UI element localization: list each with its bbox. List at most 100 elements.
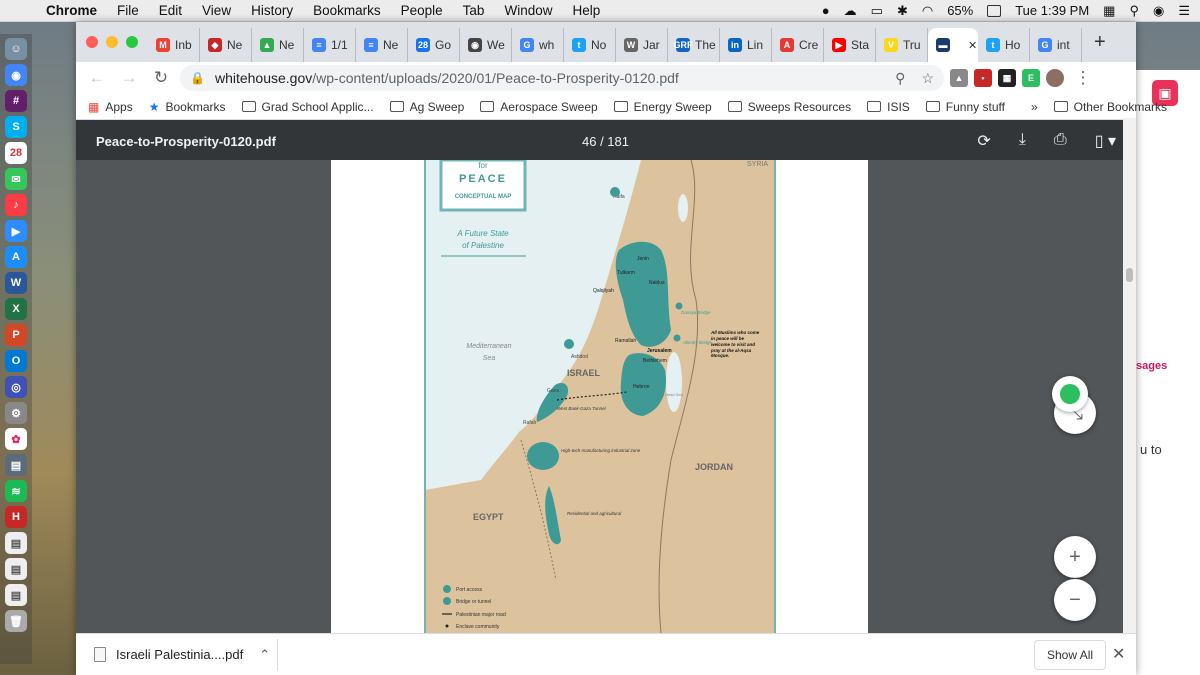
cloud-upload-icon[interactable]: ☁	[844, 3, 857, 19]
messages-link[interactable]: sages	[1136, 360, 1167, 372]
tab[interactable]: ≡ 1/1	[304, 28, 356, 62]
battery-percent[interactable]: 65%	[947, 3, 973, 18]
evernote-extension-icon[interactable]: E	[1022, 69, 1040, 87]
music-icon[interactable]: ♪	[5, 194, 27, 216]
zoom-window-icon[interactable]	[126, 36, 138, 48]
trash-icon[interactable]: 🗑	[5, 610, 27, 632]
new-tab-button[interactable]: +	[1082, 31, 1116, 62]
tab[interactable]: ≡ Ne	[356, 28, 408, 62]
menu-history[interactable]: History	[241, 3, 303, 18]
scrollbar-thumb[interactable]	[1126, 268, 1133, 282]
bookmark-folder-aerospace-sweep[interactable]: Aerospace Sweep	[480, 100, 598, 114]
creative-cloud-icon[interactable]: ●	[822, 3, 830, 18]
tab[interactable]: M Inb	[148, 28, 200, 62]
bookmark-dropdown-icon[interactable]: ▯ ▾	[1095, 131, 1116, 151]
chrome-menu-icon[interactable]: ⋮	[1070, 68, 1096, 88]
tab[interactable]: t Ho	[978, 28, 1030, 62]
bluetooth-icon[interactable]: ✱	[897, 3, 908, 19]
menu-window[interactable]: Window	[494, 3, 562, 18]
tab[interactable]: ▲ Ne	[252, 28, 304, 62]
excel-icon[interactable]: X	[5, 298, 27, 320]
bookmark-folder-energy-sweep[interactable]: Energy Sweep	[613, 100, 712, 114]
bookmark-folder-other[interactable]: Other Bookmarks	[1053, 100, 1167, 114]
extension-icon-3[interactable]: ▦	[998, 69, 1016, 87]
document-icon-3[interactable]: ▤	[5, 584, 27, 606]
app-store-icon[interactable]: A	[5, 246, 27, 268]
tab[interactable]: t No	[564, 28, 616, 62]
zoom-icon[interactable]: ▶	[5, 220, 27, 242]
tab[interactable]: 28 Go	[408, 28, 460, 62]
airplay-icon[interactable]: ▭	[871, 3, 883, 19]
calendar-icon[interactable]: 28	[5, 142, 27, 164]
reload-button[interactable]: ↻	[148, 68, 174, 88]
tab[interactable]: ▶ Sta	[824, 28, 876, 62]
spotlight-search-icon[interactable]: ⚲	[1129, 3, 1139, 19]
zoom-icon[interactable]: ⚲	[895, 70, 905, 87]
menu-view[interactable]: View	[192, 3, 241, 18]
tab[interactable]: ◉ We	[460, 28, 512, 62]
pdf-viewer[interactable]: for PEACE CONCEPTUAL MAP A Future State …	[76, 160, 1123, 633]
minimize-window-icon[interactable]	[106, 36, 118, 48]
bookmark-folder-isis[interactable]: ISIS	[867, 100, 910, 114]
clock[interactable]: Tue 1:39 PM	[1015, 3, 1089, 18]
chrome-icon[interactable]: ◉	[5, 64, 27, 86]
tab-active[interactable]: ▬ ✕	[928, 28, 978, 62]
preview-icon[interactable]: ▤	[5, 454, 27, 476]
show-all-button[interactable]: Show All	[1034, 640, 1107, 670]
tab[interactable]: ◆ Ne	[200, 28, 252, 62]
extension-icon-2[interactable]: ▪	[974, 69, 992, 87]
menu-bookmarks[interactable]: Bookmarks	[303, 3, 391, 18]
chevron-up-icon[interactable]: ⌃	[259, 647, 270, 663]
photos-icon[interactable]: ✿	[5, 428, 27, 450]
print-icon[interactable]: ⎙	[1054, 131, 1067, 151]
lock-icon[interactable]: 🔒	[190, 71, 205, 85]
tab[interactable]: Gwh	[512, 28, 564, 62]
bookmarks-overflow-button[interactable]: »	[1031, 100, 1038, 114]
menu-edit[interactable]: Edit	[149, 3, 192, 18]
tab[interactable]: A Cre	[772, 28, 824, 62]
slack-icon[interactable]: #	[5, 90, 27, 112]
siri-app-icon[interactable]: ◎	[5, 376, 27, 398]
powerpoint-icon[interactable]: P	[5, 324, 27, 346]
zoom-in-button[interactable]: +	[1054, 536, 1096, 578]
tab[interactable]: W Jar	[616, 28, 668, 62]
page-indicator[interactable]: 46 / 181	[582, 134, 629, 149]
tab-close-icon[interactable]: ✕	[968, 39, 977, 52]
siri-icon[interactable]: ◉	[1153, 3, 1164, 19]
h-app-icon[interactable]: H	[5, 506, 27, 528]
page-scrollbar[interactable]	[1123, 118, 1136, 633]
tab[interactable]: Gint	[1030, 28, 1082, 62]
menu-tab[interactable]: Tab	[453, 3, 495, 18]
system-preferences-icon[interactable]: ⚙	[5, 402, 27, 424]
outlook-icon[interactable]: O	[5, 350, 27, 372]
flag-icon[interactable]: ▦	[1103, 3, 1115, 19]
finder-icon[interactable]: ☺	[5, 38, 27, 60]
bookmark-folder-ag-sweep[interactable]: Ag Sweep	[389, 100, 464, 114]
document-icon[interactable]: ▤	[5, 532, 27, 554]
forward-button[interactable]: →	[116, 68, 142, 88]
document-icon-2[interactable]: ▤	[5, 558, 27, 580]
tab[interactable]: in Lin	[720, 28, 772, 62]
evernote-clipper-button[interactable]	[1052, 376, 1088, 412]
zoom-out-button[interactable]: −	[1054, 579, 1096, 621]
skype-icon[interactable]: S	[5, 116, 27, 138]
bookmark-apps[interactable]: ▦ Apps	[88, 100, 133, 114]
bookmark-folder-funny-stuff[interactable]: Funny stuff	[925, 100, 1005, 114]
spotify-icon[interactable]: ≋	[5, 480, 27, 502]
menu-people[interactable]: People	[391, 3, 453, 18]
extension-icon-1[interactable]: ▲	[950, 69, 968, 87]
close-shelf-icon[interactable]: ✕	[1112, 644, 1125, 664]
menu-help[interactable]: Help	[562, 3, 610, 18]
bookmark-star-icon[interactable]: ☆	[921, 70, 934, 87]
menu-file[interactable]: File	[107, 3, 149, 18]
bookmark-folder-grad-school[interactable]: Grad School Applic...	[241, 100, 374, 114]
menu-app-name[interactable]: Chrome	[36, 3, 107, 18]
bookmark-folder-sweeps-resources[interactable]: Sweeps Resources	[727, 100, 851, 114]
address-bar[interactable]: 🔒 whitehouse.gov/wp-content/uploads/2020…	[180, 65, 944, 91]
word-icon[interactable]: W	[5, 272, 27, 294]
tab[interactable]: GRF The	[668, 28, 720, 62]
notification-center-icon[interactable]: ☰	[1178, 3, 1190, 19]
close-window-icon[interactable]	[86, 36, 98, 48]
messages-icon[interactable]: ✉	[5, 168, 27, 190]
rotate-icon[interactable]: ⟳	[977, 131, 990, 151]
